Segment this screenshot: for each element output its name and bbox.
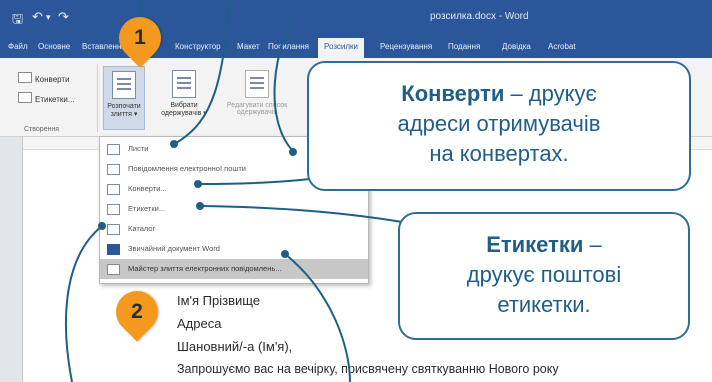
callout-envelopes: Конверти – друкує адреси отримувачів на …: [307, 61, 691, 191]
callout-envelopes-title: Конверти: [401, 81, 505, 106]
callout-labels-text-3: етикетки.: [497, 292, 591, 317]
callout-labels-title: Етикетки: [486, 232, 584, 257]
dot-labels: [196, 202, 204, 210]
step-badge-1: 1: [110, 8, 170, 68]
connector-normal-doc: [284, 253, 351, 382]
callout-envelopes-text-2: адреси отримувачів: [397, 111, 601, 136]
connector-letters: [175, 0, 231, 144]
dot-directory: [98, 222, 106, 230]
dot-normal-doc: [281, 250, 289, 258]
connector-labels: [201, 205, 403, 223]
callout-envelopes-text-3: на конвертах.: [429, 141, 569, 166]
callout-labels-text-2: друкує поштові: [466, 262, 622, 287]
step-number-1: 1: [134, 26, 146, 49]
step-number-2: 2: [131, 300, 143, 323]
step-badge-2: 2: [107, 282, 167, 342]
connector-directory: [64, 225, 103, 382]
connector-email: [273, 0, 303, 151]
dot-envelopes: [194, 180, 202, 188]
dot-letters: [170, 140, 178, 148]
callout-envelopes-text-1: – друкує: [504, 81, 597, 106]
connector-envelopes: [199, 177, 319, 185]
callout-labels-text-1: –: [583, 232, 602, 257]
dot-email: [289, 148, 297, 156]
callout-labels: Етикетки – друкує поштові етикетки.: [398, 212, 690, 340]
